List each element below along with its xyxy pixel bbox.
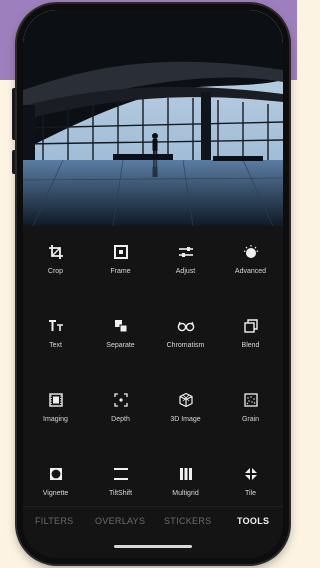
- vignette-icon: [46, 464, 66, 484]
- tool-chromatism[interactable]: Chromatism: [153, 302, 218, 362]
- tool-label: Multigrid: [172, 490, 199, 497]
- tool-tile[interactable]: Tile: [218, 450, 283, 510]
- multigrid-icon: [176, 464, 196, 484]
- sliders-icon: [176, 242, 196, 262]
- tool-crop[interactable]: Crop: [23, 228, 88, 288]
- tool-grain[interactable]: Grain: [218, 376, 283, 436]
- tiltshift-icon: [111, 464, 131, 484]
- grain-icon: [241, 390, 261, 410]
- tool-frame[interactable]: Frame: [88, 228, 153, 288]
- tool-blend[interactable]: Blend: [218, 302, 283, 362]
- tool-label: 3D Image: [170, 416, 201, 423]
- tool-vignette[interactable]: Vignette: [23, 450, 88, 510]
- tool-label: Advanced: [234, 268, 267, 275]
- tool-label: Chromatism: [166, 342, 205, 349]
- depth-icon: [111, 390, 131, 410]
- tool-label: Imaging: [43, 416, 68, 423]
- tool-label: Tile: [244, 490, 257, 497]
- separate-layers-icon: [111, 316, 131, 336]
- tool-label: Grain: [241, 416, 260, 423]
- tool-adjust[interactable]: Adjust: [153, 228, 218, 288]
- tool-label: TiltShift: [108, 490, 133, 497]
- tool-label: Separate: [106, 342, 135, 349]
- frame-icon: [111, 242, 131, 262]
- tool-label: Text: [49, 342, 62, 349]
- tile-icon: [241, 464, 261, 484]
- tool-text[interactable]: Text: [23, 302, 88, 362]
- tool-depth[interactable]: Depth: [88, 376, 153, 436]
- glasses-icon: [176, 316, 196, 336]
- tool-multigrid[interactable]: Multigrid: [153, 450, 218, 510]
- tab-filters[interactable]: FILTERS: [35, 516, 73, 526]
- tab-stickers[interactable]: STICKERS: [164, 516, 211, 526]
- tool-label: Depth: [111, 416, 130, 423]
- bottom-tab-bar: FILTERS OVERLAYS STICKERS TOOLS: [23, 506, 283, 534]
- tool-label: Crop: [47, 268, 64, 275]
- home-indicator[interactable]: [114, 545, 192, 548]
- tool-label: Blend: [241, 342, 260, 349]
- phone-frame: Crop Frame Adjust Advanced Text Separate…: [17, 4, 289, 564]
- crop-icon: [46, 242, 66, 262]
- tool-separate[interactable]: Separate: [88, 302, 153, 362]
- cube-3d-icon: [176, 390, 196, 410]
- phone-screen: Crop Frame Adjust Advanced Text Separate…: [23, 10, 283, 558]
- photo-preview: [23, 10, 283, 226]
- tool-tiltshift[interactable]: TiltShift: [88, 450, 153, 510]
- blend-icon: [241, 316, 261, 336]
- text-icon: [46, 316, 66, 336]
- film-icon: [46, 390, 66, 410]
- tab-overlays[interactable]: OVERLAYS: [95, 516, 145, 526]
- tool-3d-image[interactable]: 3D Image: [153, 376, 218, 436]
- tool-label: Vignette: [42, 490, 69, 497]
- tab-tools[interactable]: TOOLS: [237, 516, 269, 526]
- advanced-dial-icon: [241, 242, 261, 262]
- tool-advanced[interactable]: Advanced: [218, 228, 283, 288]
- tool-imaging[interactable]: Imaging: [23, 376, 88, 436]
- tool-label: Frame: [110, 268, 131, 275]
- tool-label: Adjust: [175, 268, 196, 275]
